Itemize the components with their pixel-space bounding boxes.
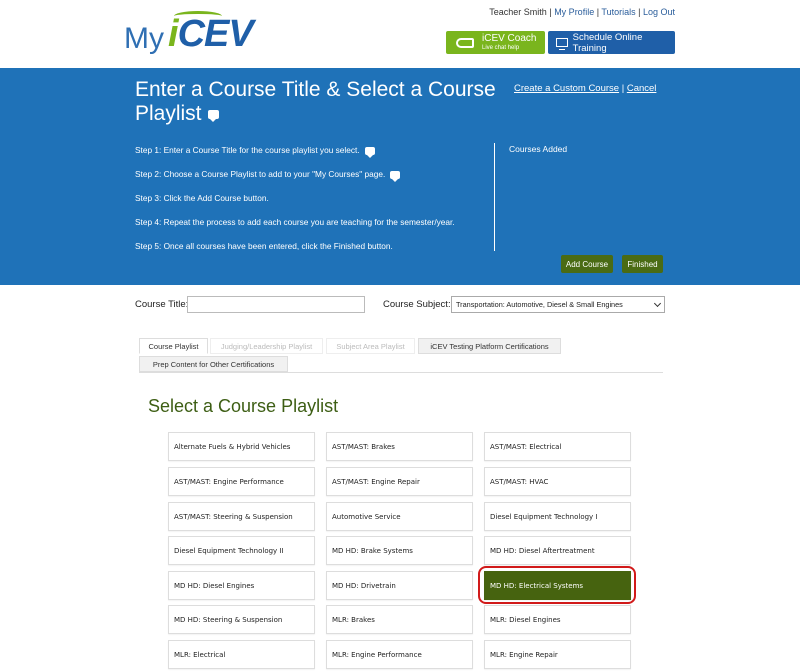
selection-highlight-ring [478, 566, 636, 604]
whistle-icon [456, 37, 474, 48]
playlist-card[interactable]: Diesel Equipment Technology II [168, 536, 315, 565]
playlist-card[interactable]: AST/MAST: Steering & Suspension [168, 502, 315, 531]
course-form: Course Title: Course Subject: Transporta… [135, 296, 665, 314]
tab-course-playlist[interactable]: Course Playlist [139, 338, 208, 354]
logo-icev: iCEV [168, 11, 254, 55]
playlist-card[interactable]: MD HD: Diesel Engines [168, 571, 315, 600]
coach-title: iCEV Coach [482, 33, 537, 44]
finished-button[interactable]: Finished [622, 255, 663, 273]
tab-icev-testing-certifications[interactable]: iCEV Testing Platform Certifications [418, 338, 561, 354]
playlist-card[interactable]: MLR: Brakes [326, 605, 473, 634]
course-subject-value: Transportation: Automotive, Diesel & Sma… [456, 300, 623, 309]
playlist-card[interactable]: MD HD: Drivetrain [326, 571, 473, 600]
logo-my: My [124, 22, 164, 55]
select-playlist-title: Select a Course Playlist [148, 396, 339, 416]
course-title-input[interactable] [187, 296, 365, 313]
divider [494, 143, 495, 251]
training-label: Schedule Online Training [572, 31, 643, 54]
add-course-button[interactable]: Add Course [561, 255, 613, 273]
playlist-card[interactable]: MD HD: Brake Systems [326, 536, 473, 565]
course-title-label: Course Title: [135, 299, 189, 310]
user-links: Teacher Smith | My Profile | Tutorials |… [489, 7, 675, 17]
steps-list: Step 1: Enter a Course Title for the cou… [135, 144, 485, 264]
courses-added-label: Courses Added [509, 144, 568, 154]
log-out-link[interactable]: Log Out [643, 7, 675, 17]
schedule-training-button[interactable]: Schedule Online Training [548, 31, 675, 54]
step-4: Step 4: Repeat the process to add each c… [135, 217, 455, 227]
cancel-link[interactable]: Cancel [627, 83, 657, 94]
playlist-card[interactable]: MLR: Engine Repair [484, 640, 631, 669]
help-chat-icon[interactable] [390, 170, 401, 182]
step-3: Step 3: Click the Add Course button. [135, 193, 269, 203]
logo-swoosh-icon [174, 11, 222, 21]
page-title: Enter a Course Title & Select a Course P… [135, 78, 496, 125]
top-bar: My iCEV Teacher Smith | My Profile | Tut… [0, 0, 800, 68]
monitor-icon [556, 38, 568, 50]
playlist-card[interactable]: MLR: Engine Performance [326, 640, 473, 669]
myicev-logo[interactable]: My iCEV [124, 11, 254, 56]
tab-prep-content-certifications[interactable]: Prep Content for Other Certifications [139, 356, 288, 372]
step-5: Step 5: Once all courses have been enter… [135, 241, 393, 251]
banner-links: Create a Custom Course | Cancel [514, 83, 657, 94]
instructions-banner: Enter a Course Title & Select a Course P… [0, 68, 800, 285]
user-name: Teacher Smith [489, 7, 547, 17]
playlist-card[interactable]: MLR: Diesel Engines [484, 605, 631, 634]
playlist-card[interactable]: MD HD: Diesel Aftertreatment [484, 536, 631, 565]
playlist-card[interactable]: AST/MAST: Brakes [326, 432, 473, 461]
course-subject-label: Course Subject: [383, 299, 451, 310]
playlist-card[interactable]: Alternate Fuels & Hybrid Vehicles [168, 432, 315, 461]
step-2: Step 2: Choose a Course Playlist to add … [135, 168, 485, 192]
my-profile-link[interactable]: My Profile [554, 7, 594, 17]
tab-subject-area-playlist: Subject Area Playlist [326, 338, 415, 354]
playlist-card[interactable]: MLR: Electrical [168, 640, 315, 669]
playlist-card[interactable]: AST/MAST: Engine Repair [326, 467, 473, 496]
tutorials-link[interactable]: Tutorials [601, 7, 635, 17]
tab-judging-leadership-playlist: Judging/Leadership Playlist [210, 338, 323, 354]
playlist-card[interactable]: AST/MAST: Electrical [484, 432, 631, 461]
playlist-card[interactable]: AST/MAST: Engine Performance [168, 467, 315, 496]
playlist-card[interactable]: Automotive Service [326, 502, 473, 531]
playlist-card[interactable]: MD HD: Steering & Suspension [168, 605, 315, 634]
course-subject-select[interactable]: Transportation: Automotive, Diesel & Sma… [451, 296, 665, 313]
help-chat-icon[interactable] [364, 146, 375, 158]
playlist-card[interactable]: AST/MAST: HVAC [484, 467, 631, 496]
step-1: Step 1: Enter a Course Title for the cou… [135, 144, 485, 168]
help-chat-icon[interactable] [207, 109, 219, 122]
playlist-card[interactable]: Diesel Equipment Technology I [484, 502, 631, 531]
chevron-down-icon [653, 299, 662, 308]
coach-subtitle: Live chat help [482, 45, 520, 51]
create-custom-course-link[interactable]: Create a Custom Course [514, 83, 619, 94]
tabs-divider [139, 372, 663, 373]
icev-coach-button[interactable]: iCEV Coach Live chat help [446, 31, 545, 54]
